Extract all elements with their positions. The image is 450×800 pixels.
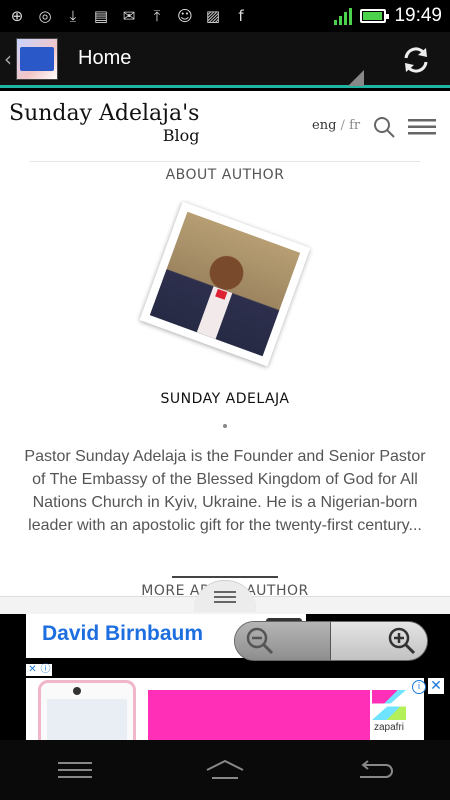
notification-icons: ⊕ ◎ ⤓ ▤ ✉ ⤒ ☺ ▨ f (8, 7, 250, 25)
zapafri-logo: zapafri (364, 684, 414, 740)
lang-eng-link[interactable]: eng (312, 118, 336, 133)
zoom-out-button[interactable] (235, 622, 331, 660)
refresh-icon[interactable] (400, 44, 432, 76)
section-heading: ABOUT AUTHOR (165, 167, 285, 183)
app-logo[interactable] (16, 37, 58, 80)
download-icon: ⤓ (69, 7, 77, 25)
back-icon[interactable] (354, 758, 396, 782)
home-icon[interactable] (204, 758, 246, 782)
ad-close-icon[interactable]: ✕ (428, 678, 444, 694)
add-icon: ⊕ (10, 7, 24, 25)
gmail-icon: ✉ (122, 7, 136, 25)
navigation-bar (0, 740, 450, 800)
ad-pink-block (148, 690, 370, 740)
ad-banner-top-text: David Birnbaum (42, 622, 204, 645)
action-bar: ‹ Home (0, 32, 450, 88)
spinner-indicator-icon (348, 70, 364, 86)
lang-separator: / (340, 118, 345, 133)
ad-banner-bottom[interactable]: zapafri (26, 678, 424, 740)
status-time: 19:49 (394, 5, 442, 26)
drawer-grip-icon (214, 595, 236, 598)
lang-fr-link[interactable]: fr (349, 118, 360, 133)
image-icon: ▨ (205, 7, 221, 25)
message-icon: ▤ (93, 7, 109, 25)
author-bio: Pastor Sunday Adelaja is the Founder and… (24, 448, 426, 534)
action-bar-title: Home (78, 47, 132, 69)
blog-title-line1: Sunday Adelaja's (9, 101, 200, 126)
blog-title-line2: Blog (162, 126, 200, 145)
zoom-in-icon (388, 627, 416, 655)
signal-icon (334, 7, 353, 25)
adchoices-badge[interactable]: ✕ ⓘ (26, 664, 52, 676)
whatsapp-icon: ◎ (38, 7, 52, 25)
author-photo (139, 201, 311, 367)
author-name: SUNDAY ADELAJA (160, 391, 290, 407)
search-icon[interactable] (372, 115, 396, 139)
web-content: Sunday Adelaja's Blog eng / fr ABOUT AUT… (0, 91, 450, 596)
zapafri-brand: zapafri (373, 722, 404, 733)
hamburger-menu-icon[interactable] (408, 119, 436, 135)
facebook-icon: f (238, 7, 244, 25)
status-bar: ⊕ ◎ ⤓ ▤ ✉ ⤒ ☺ ▨ f 19:49 (0, 0, 450, 32)
ad-info-icon[interactable]: i (412, 680, 426, 694)
ad-close-x-icon[interactable]: ✕ (26, 664, 39, 676)
zoom-in-button[interactable] (331, 622, 427, 660)
upload-icon: ⤒ (153, 7, 161, 25)
ad-info-icon[interactable]: ⓘ (39, 664, 52, 676)
zoom-control (234, 621, 428, 661)
separator-dot (223, 424, 227, 428)
header-divider (30, 161, 420, 162)
language-switcher: eng / fr (312, 118, 360, 133)
zoom-out-icon (246, 627, 274, 655)
battery-icon (360, 9, 390, 23)
more-divider (172, 576, 278, 578)
phone-image (38, 680, 136, 740)
add-person-icon: ☺ (177, 7, 193, 25)
recent-apps-icon[interactable] (54, 758, 96, 782)
blog-title[interactable]: Sunday Adelaja's Blog (9, 101, 199, 145)
back-chevron-icon[interactable]: ‹ (4, 47, 14, 71)
ad-zone: David Birnbaum ✕ ⓘ zapafri i ✕ (0, 614, 450, 740)
